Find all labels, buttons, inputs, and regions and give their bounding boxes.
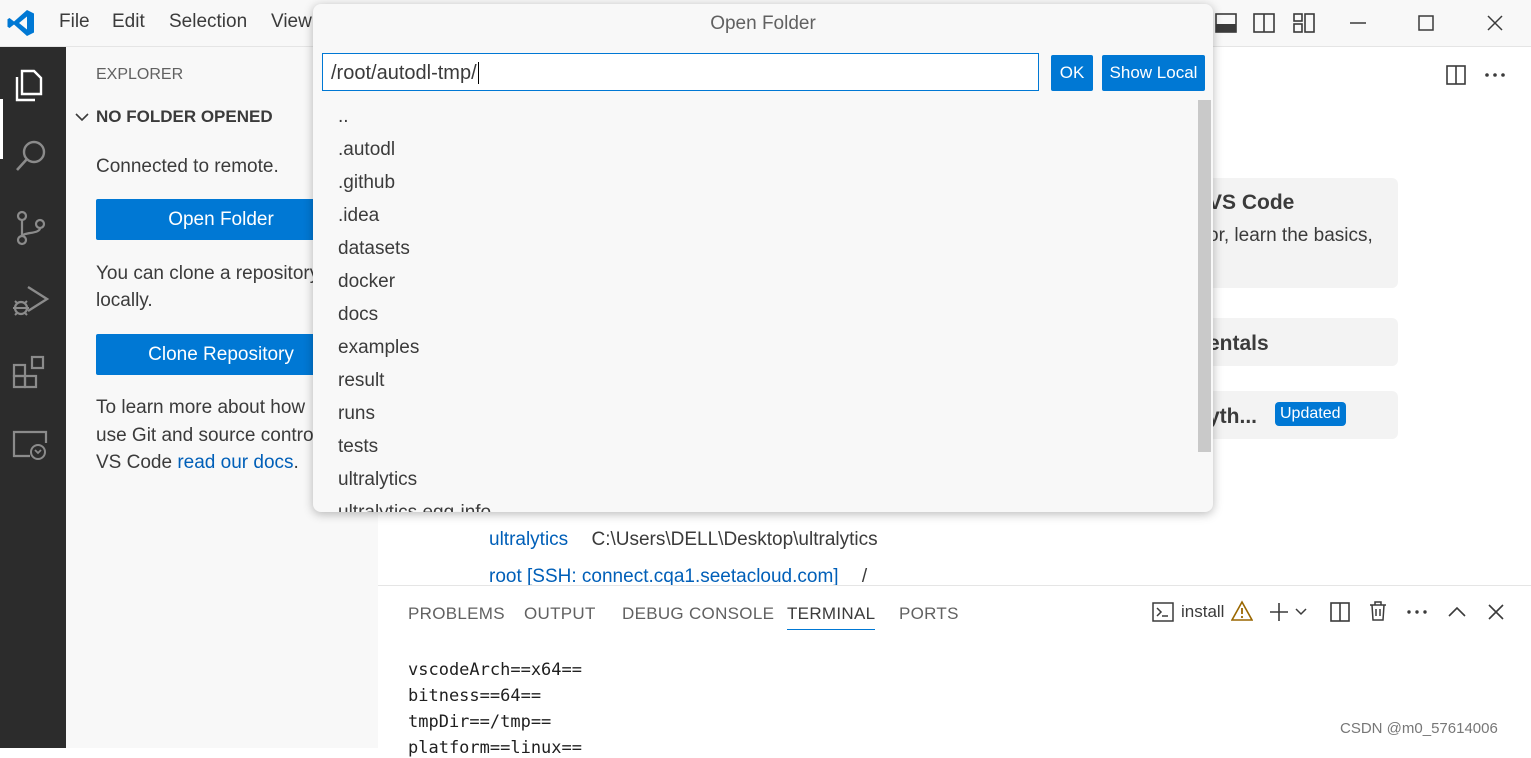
folder-item[interactable]: docker bbox=[338, 271, 395, 293]
folder-item[interactable]: .autodl bbox=[338, 139, 395, 161]
vscode-logo-icon bbox=[6, 8, 36, 38]
open-folder-button[interactable]: Open Folder bbox=[96, 199, 346, 240]
folder-item[interactable]: examples bbox=[338, 337, 419, 359]
card-description: or, learn the basics, bbox=[1208, 225, 1373, 246]
folder-item[interactable]: .. bbox=[338, 106, 349, 128]
terminal-line: tmpDir==/tmp== bbox=[408, 712, 552, 732]
toggle-secondary-sidebar-icon[interactable] bbox=[1252, 11, 1276, 35]
folder-item[interactable]: datasets bbox=[338, 238, 410, 260]
sidebar-title: EXPLORER bbox=[96, 66, 184, 83]
recent-item-name[interactable]: ultralytics bbox=[489, 529, 568, 550]
warning-icon bbox=[1231, 600, 1253, 622]
show-local-button[interactable]: Show Local bbox=[1102, 55, 1205, 91]
tab-output[interactable]: OUTPUT bbox=[524, 604, 596, 624]
connected-text: Connected to remote. bbox=[96, 156, 279, 177]
ok-button[interactable]: OK bbox=[1051, 55, 1093, 91]
clone-text-1: You can clone a repository bbox=[96, 263, 320, 284]
recent-item-path: C:\Users\DELL\Desktop\ultralytics bbox=[591, 529, 878, 550]
folder-path-value: /root/autodl-tmp/ bbox=[331, 62, 477, 84]
terminal-line: platform==linux== bbox=[408, 738, 582, 758]
folder-item[interactable]: ultralytics bbox=[338, 469, 417, 491]
close-window-icon[interactable] bbox=[1483, 11, 1507, 35]
split-editor-icon[interactable] bbox=[1444, 63, 1468, 87]
dialog-title: Open Folder bbox=[710, 13, 816, 34]
folder-item[interactable]: runs bbox=[338, 403, 375, 425]
folder-item[interactable]: docs bbox=[338, 304, 378, 326]
learn-text-3-prefix: VS Code bbox=[96, 452, 178, 473]
card-title: VS Code bbox=[1208, 191, 1295, 214]
tab-problems[interactable]: PROBLEMS bbox=[408, 604, 505, 624]
new-terminal-icon[interactable] bbox=[1268, 601, 1290, 623]
folder-item[interactable]: result bbox=[338, 370, 384, 392]
recent-item-name[interactable]: root [SSH: connect.cqa1.seetacloud.com] bbox=[489, 566, 839, 587]
terminal-line: vscodeArch==x64== bbox=[408, 660, 582, 680]
active-indicator bbox=[0, 99, 3, 159]
tab-debug-console[interactable]: DEBUG CONSOLE bbox=[622, 604, 774, 624]
list-scrollbar[interactable] bbox=[1198, 100, 1211, 452]
card-title: entals bbox=[1208, 332, 1269, 355]
clone-text-2: locally. bbox=[96, 290, 153, 311]
maximize-icon[interactable] bbox=[1414, 11, 1438, 35]
learn-text-1: To learn more about how bbox=[96, 397, 306, 418]
recent-item-path: / bbox=[861, 566, 868, 587]
folder-item[interactable]: tests bbox=[338, 436, 378, 458]
menu-selection[interactable]: Selection bbox=[169, 11, 247, 33]
menu-edit[interactable]: Edit bbox=[112, 11, 145, 33]
learn-text-3-suffix: . bbox=[293, 452, 299, 473]
tab-ports[interactable]: PORTS bbox=[899, 604, 959, 624]
close-panel-icon[interactable] bbox=[1485, 601, 1507, 623]
tab-terminal[interactable]: TERMINAL bbox=[787, 604, 876, 630]
source-control-icon[interactable] bbox=[10, 207, 52, 249]
folder-list: .. .autodl .github .idea datasets docker… bbox=[313, 100, 1197, 512]
maximize-panel-icon[interactable] bbox=[1446, 601, 1468, 623]
read-docs-link[interactable]: read our docs bbox=[177, 452, 293, 473]
watermark: CSDN @m0_57614006 bbox=[1340, 720, 1498, 737]
search-icon[interactable] bbox=[10, 135, 52, 177]
open-folder-dialog: Open Folder /root/autodl-tmp/ OK Show Lo… bbox=[313, 4, 1213, 512]
remote-explorer-icon[interactable] bbox=[10, 423, 52, 465]
terminal-icon bbox=[1152, 601, 1174, 623]
updated-badge: Updated bbox=[1275, 402, 1346, 426]
minimize-icon[interactable] bbox=[1346, 11, 1370, 35]
folder-path-input[interactable]: /root/autodl-tmp/ bbox=[322, 53, 1039, 91]
text-cursor bbox=[477, 62, 479, 84]
more-actions-icon[interactable] bbox=[1483, 63, 1507, 87]
learn-text-2: use Git and source control bbox=[96, 425, 318, 446]
learn-text-3: VS Code read our docs. bbox=[96, 449, 299, 476]
folder-item[interactable]: .idea bbox=[338, 205, 379, 227]
folder-item[interactable]: .github bbox=[338, 172, 395, 194]
clone-repository-button[interactable]: Clone Repository bbox=[96, 334, 346, 375]
menu-view[interactable]: View bbox=[271, 11, 312, 33]
no-folder-header[interactable]: NO FOLDER OPENED bbox=[96, 107, 273, 127]
more-actions-icon[interactable] bbox=[1406, 601, 1428, 623]
activity-bar bbox=[0, 47, 66, 748]
extensions-icon[interactable] bbox=[10, 351, 52, 393]
split-terminal-icon[interactable] bbox=[1329, 601, 1351, 623]
toggle-panel-icon[interactable] bbox=[1214, 11, 1238, 35]
customize-layout-icon[interactable] bbox=[1292, 11, 1316, 35]
folder-item[interactable]: ultralytics.egg-info bbox=[338, 502, 491, 512]
terminal-line: bitness==64== bbox=[408, 686, 542, 706]
run-debug-icon[interactable] bbox=[10, 279, 52, 321]
terminal-name[interactable]: install bbox=[1181, 602, 1224, 622]
menu-file[interactable]: File bbox=[59, 11, 90, 33]
recent-item: ultralytics C:\Users\DELL\Desktop\ultral… bbox=[489, 529, 878, 551]
chevron-down-icon[interactable] bbox=[74, 109, 90, 125]
trash-icon[interactable] bbox=[1367, 600, 1389, 622]
card-title: yth... bbox=[1208, 405, 1258, 428]
chevron-down-icon[interactable] bbox=[1295, 606, 1307, 618]
explorer-icon[interactable] bbox=[10, 63, 52, 105]
